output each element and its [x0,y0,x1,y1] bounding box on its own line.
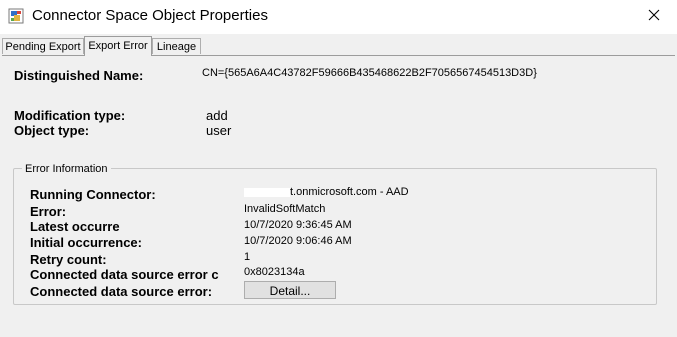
modification-type-label: Modification type: [14,108,126,123]
tab-strip: Pending Export Export Error Lineage [0,36,677,56]
tab-lineage[interactable]: Lineage [152,38,201,54]
cds-error-label: Connected data source error: [30,284,213,299]
initial-occurrence-label: Initial occurrence: [30,235,142,250]
close-icon [648,8,660,26]
redaction-mark [244,187,290,197]
window-title: Connector Space Object Properties [32,7,268,24]
object-type-label: Object type: [14,123,90,138]
dn-label: Distinguished Name: [14,68,144,83]
sync-service-icon [8,8,24,24]
latest-occurrence-value: 10/7/2020 9:36:45 AM [244,219,352,231]
modification-type-value: add [206,108,228,123]
retry-count-label: Retry count: [30,252,107,267]
tab-export-error[interactable]: Export Error [84,36,152,56]
cds-error-code-value: 0x8023134a [244,266,305,278]
error-value: InvalidSoftMatch [244,203,326,215]
error-label: Error: [30,204,67,219]
dn-value: CN={565A6A4C43782F59666B435468622B2F7056… [202,67,537,79]
retry-count-value: 1 [244,251,251,263]
detail-button[interactable]: Detail... [244,281,336,299]
latest-occurrence-label: Latest occurre [30,219,120,234]
running-connector-label: Running Connector: [30,187,156,202]
close-button[interactable] [631,0,677,34]
error-information-legend: Error Information [22,163,111,175]
object-type-value: user [206,123,232,138]
running-connector-value: t.onmicrosoft.com - AAD [244,186,409,198]
initial-occurrence-value: 10/7/2020 9:06:46 AM [244,235,352,247]
cds-error-code-label: Connected data source error c [30,267,219,282]
running-connector-text: t.onmicrosoft.com - AAD [290,186,409,198]
tab-pending-export[interactable]: Pending Export [2,38,84,54]
title-bar: Connector Space Object Properties [0,0,677,34]
